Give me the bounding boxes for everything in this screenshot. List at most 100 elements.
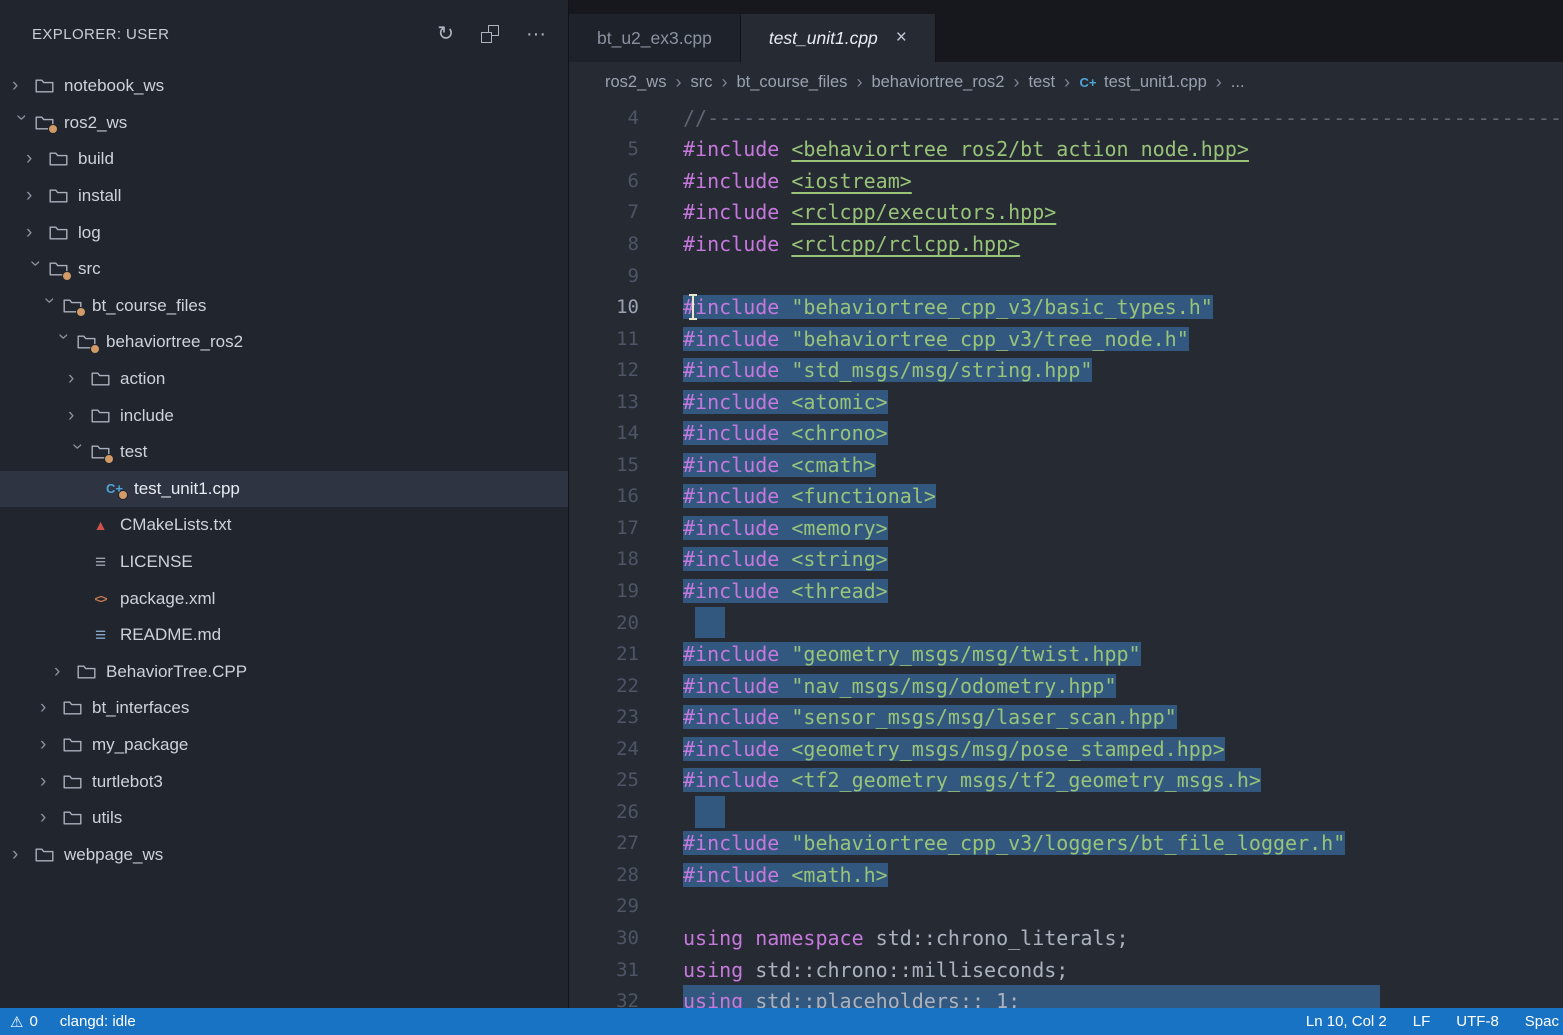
refresh-icon[interactable]: ↻ bbox=[437, 24, 454, 44]
code-line-28[interactable]: 28#include <math.h> bbox=[569, 859, 1563, 891]
tree-item-test_unit1.cpp[interactable]: ›C+test_unit1.cpp bbox=[0, 471, 568, 508]
tree-item-ros2_ws[interactable]: ›ros2_ws bbox=[0, 105, 568, 142]
code-line-23[interactable]: 23#include "sensor_msgs/msg/laser_scan.h… bbox=[569, 701, 1563, 733]
tree-item-utils[interactable]: ›utils bbox=[0, 800, 568, 837]
line-number[interactable]: 22 bbox=[569, 675, 639, 697]
code-line-24[interactable]: 24#include <geometry_msgs/msg/pose_stamp… bbox=[569, 733, 1563, 765]
line-number[interactable]: 26 bbox=[569, 801, 639, 823]
line-number[interactable]: 5 bbox=[569, 138, 639, 160]
tree-item-CMakeLists.txt[interactable]: ›▲CMakeLists.txt bbox=[0, 507, 568, 544]
line-number[interactable]: 21 bbox=[569, 643, 639, 665]
tab-test_unit1-cpp[interactable]: test_unit1.cpp × bbox=[741, 14, 936, 62]
tree-item-BehaviorTree.CPP[interactable]: ›BehaviorTree.CPP bbox=[0, 654, 568, 691]
line-number[interactable]: 19 bbox=[569, 580, 639, 602]
code-line-22[interactable]: 22#include "nav_msgs/msg/odometry.hpp" bbox=[569, 670, 1563, 702]
line-number[interactable]: 10 bbox=[569, 296, 639, 318]
line-number[interactable]: 25 bbox=[569, 769, 639, 791]
tree-item-behaviortree_ros2[interactable]: ›behaviortree_ros2 bbox=[0, 324, 568, 361]
code-line-4[interactable]: 4//-------------------------------------… bbox=[569, 102, 1563, 134]
tab-bt_u2_ex3-cpp[interactable]: bt_u2_ex3.cpp bbox=[569, 14, 741, 62]
breadcrumb-test_unit1.cpp[interactable]: C+test_unit1.cpp bbox=[1079, 73, 1207, 92]
tree-item-LICENSE[interactable]: ›≡LICENSE bbox=[0, 544, 568, 581]
breadcrumb-src[interactable]: src bbox=[690, 73, 712, 92]
code-line-17[interactable]: 17#include <memory> bbox=[569, 512, 1563, 544]
clangd-status[interactable]: clangd: idle bbox=[60, 1013, 136, 1030]
line-number[interactable]: 31 bbox=[569, 959, 639, 981]
tree-item-my_package[interactable]: ›my_package bbox=[0, 727, 568, 764]
code-line-8[interactable]: 8#include <rclcpp/rclcpp.hpp> bbox=[569, 228, 1563, 260]
code-line-26[interactable]: 26 bbox=[569, 796, 1563, 828]
code-line-16[interactable]: 16#include <functional> bbox=[569, 481, 1563, 513]
tree-item-include[interactable]: ›include bbox=[0, 397, 568, 434]
code-line-14[interactable]: 14#include <chrono> bbox=[569, 417, 1563, 449]
line-number[interactable]: 24 bbox=[569, 738, 639, 760]
code-line-19[interactable]: 19#include <thread> bbox=[569, 575, 1563, 607]
open-editors-icon[interactable] bbox=[480, 24, 500, 44]
line-number[interactable]: 6 bbox=[569, 170, 639, 192]
line-number[interactable]: 29 bbox=[569, 895, 639, 917]
line-number[interactable]: 11 bbox=[569, 328, 639, 350]
code-line-30[interactable]: 30using namespace std::chrono_literals; bbox=[569, 922, 1563, 954]
tree-item-log[interactable]: ›log bbox=[0, 214, 568, 251]
line-number[interactable]: 27 bbox=[569, 832, 639, 854]
code-line-13[interactable]: 13#include <atomic> bbox=[569, 386, 1563, 418]
tree-item-notebook_ws[interactable]: ›notebook_ws bbox=[0, 68, 568, 105]
line-number[interactable]: 28 bbox=[569, 864, 639, 886]
code-line-29[interactable]: 29 bbox=[569, 891, 1563, 923]
problems-indicator[interactable]: ⚠ 0 bbox=[10, 1013, 38, 1031]
more-actions-icon[interactable]: ··· bbox=[526, 24, 546, 44]
line-number[interactable]: 8 bbox=[569, 233, 639, 255]
line-number[interactable]: 16 bbox=[569, 485, 639, 507]
breadcrumb-bt_course_files[interactable]: bt_course_files bbox=[736, 73, 847, 92]
tree-item-bt_interfaces[interactable]: ›bt_interfaces bbox=[0, 690, 568, 727]
tree-item-test[interactable]: ›test bbox=[0, 434, 568, 471]
cursor-position[interactable]: Ln 10, Col 2 bbox=[1306, 1013, 1387, 1030]
line-number[interactable]: 12 bbox=[569, 359, 639, 381]
code-line-9[interactable]: 9 bbox=[569, 260, 1563, 292]
encoding-indicator[interactable]: UTF-8 bbox=[1456, 1013, 1499, 1030]
code-line-5[interactable]: 5#include <behaviortree_ros2/bt_action_n… bbox=[569, 134, 1563, 166]
tree-item-action[interactable]: ›action bbox=[0, 361, 568, 398]
indent-indicator[interactable]: Spac bbox=[1525, 1013, 1559, 1030]
close-icon[interactable]: × bbox=[896, 27, 907, 49]
code-line-25[interactable]: 25#include <tf2_geometry_msgs/tf2_geomet… bbox=[569, 764, 1563, 796]
line-number[interactable]: 14 bbox=[569, 422, 639, 444]
tree-item-build[interactable]: ›build bbox=[0, 141, 568, 178]
tree-item-README.md[interactable]: ›≡README.md bbox=[0, 617, 568, 654]
breadcrumb-test[interactable]: test bbox=[1028, 73, 1055, 92]
code-line-12[interactable]: 12#include "std_msgs/msg/string.hpp" bbox=[569, 354, 1563, 386]
tree-item-install[interactable]: ›install bbox=[0, 178, 568, 215]
code-line-15[interactable]: 15#include <cmath> bbox=[569, 449, 1563, 481]
breadcrumb-behaviortree_ros2[interactable]: behaviortree_ros2 bbox=[871, 73, 1004, 92]
code-line-7[interactable]: 7#include <rclcpp/executors.hpp> bbox=[569, 197, 1563, 229]
code-line-18[interactable]: 18#include <string> bbox=[569, 544, 1563, 576]
code-line-31[interactable]: 31using std::chrono::milliseconds; bbox=[569, 954, 1563, 986]
code-line-20[interactable]: 20 bbox=[569, 607, 1563, 639]
code-line-32[interactable]: 32using std::placeholders::_1; bbox=[569, 985, 1563, 1008]
breadcrumb-...[interactable]: ... bbox=[1231, 73, 1245, 92]
line-number[interactable]: 7 bbox=[569, 201, 639, 223]
line-number[interactable]: 9 bbox=[569, 265, 639, 287]
breadcrumb-ros2_ws[interactable]: ros2_ws bbox=[605, 73, 666, 92]
tree-item-package.xml[interactable]: ›<>package.xml bbox=[0, 580, 568, 617]
line-number[interactable]: 4 bbox=[569, 107, 639, 129]
eol-indicator[interactable]: LF bbox=[1413, 1013, 1431, 1030]
line-number[interactable]: 13 bbox=[569, 391, 639, 413]
line-number[interactable]: 17 bbox=[569, 517, 639, 539]
line-number[interactable]: 15 bbox=[569, 454, 639, 476]
code-line-10[interactable]: 10#include "behaviortree_cpp_v3/basic_ty… bbox=[569, 291, 1563, 323]
line-number[interactable]: 30 bbox=[569, 927, 639, 949]
code-line-27[interactable]: 27#include "behaviortree_cpp_v3/loggers/… bbox=[569, 828, 1563, 860]
tree-item-turtlebot3[interactable]: ›turtlebot3 bbox=[0, 763, 568, 800]
tree-item-bt_course_files[interactable]: ›bt_course_files bbox=[0, 288, 568, 325]
code-line-21[interactable]: 21#include "geometry_msgs/msg/twist.hpp" bbox=[569, 638, 1563, 670]
code-line-11[interactable]: 11#include "behaviortree_cpp_v3/tree_nod… bbox=[569, 323, 1563, 355]
tree-item-src[interactable]: ›src bbox=[0, 251, 568, 288]
tree-item-webpage_ws[interactable]: ›webpage_ws bbox=[0, 836, 568, 873]
code-area[interactable]: 4//-------------------------------------… bbox=[569, 102, 1563, 1008]
line-number[interactable]: 23 bbox=[569, 706, 639, 728]
code-line-6[interactable]: 6#include <iostream> bbox=[569, 165, 1563, 197]
line-number[interactable]: 32 bbox=[569, 990, 639, 1008]
line-number[interactable]: 20 bbox=[569, 612, 639, 634]
line-number[interactable]: 18 bbox=[569, 548, 639, 570]
